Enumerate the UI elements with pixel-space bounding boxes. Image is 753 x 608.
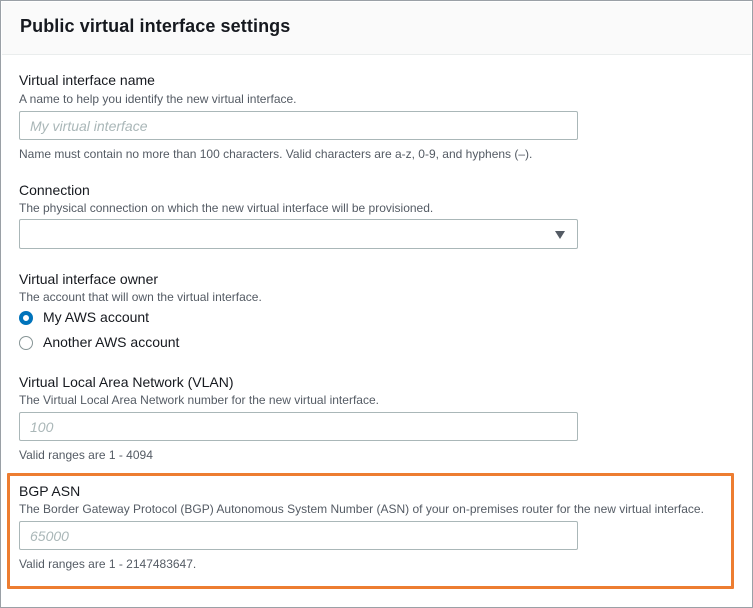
panel-title: Public virtual interface settings: [20, 16, 291, 36]
vlan-label: Virtual Local Area Network (VLAN): [19, 374, 234, 390]
caret-down-icon: [555, 231, 565, 239]
connection-select[interactable]: [19, 219, 578, 249]
owner-description: The account that will own the virtual in…: [19, 290, 262, 304]
connection-description: The physical connection on which the new…: [19, 201, 434, 215]
vlan-input[interactable]: [19, 412, 578, 441]
vif-name-label: Virtual interface name: [19, 72, 155, 88]
owner-label: Virtual interface owner: [19, 271, 159, 287]
settings-panel: Public virtual interface settings Virtua…: [0, 0, 753, 608]
connection-label: Connection: [19, 182, 90, 198]
vlan-hint: Valid ranges are 1 - 4094: [19, 448, 153, 462]
owner-option-label: Another AWS account: [43, 334, 180, 350]
vif-name-input[interactable]: [19, 111, 578, 140]
radio-checked-icon[interactable]: [19, 311, 33, 325]
owner-option-label: My AWS account: [43, 309, 150, 325]
vlan-description: The Virtual Local Area Network number fo…: [19, 393, 379, 407]
bgp-asn-highlight-box: [7, 473, 734, 589]
radio-unchecked-icon[interactable]: [19, 336, 33, 350]
vif-name-description: A name to help you identify the new virt…: [19, 92, 297, 106]
panel-header: Public virtual interface settings: [2, 2, 751, 55]
vif-name-hint: Name must contain no more than 100 chara…: [19, 147, 533, 161]
